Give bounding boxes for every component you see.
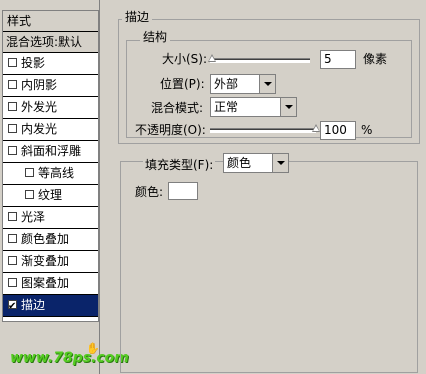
opacity-unit: % <box>361 123 373 137</box>
style-item-row[interactable]: 外发光 <box>3 97 98 119</box>
style-item-label: 斜面和浮雕 <box>21 144 82 158</box>
style-checkbox[interactable] <box>8 212 17 221</box>
size-label: 大小(S): <box>162 52 208 66</box>
style-checkbox[interactable] <box>8 234 17 243</box>
position-value: 外部 <box>214 77 239 91</box>
style-item-label: 外发光 <box>21 100 58 114</box>
structure-title: 结构 <box>140 30 171 44</box>
fill-type-value: 颜色 <box>227 156 252 170</box>
style-checkbox[interactable] <box>8 297 17 316</box>
style-item-label: 投影 <box>21 56 46 70</box>
color-swatch[interactable] <box>168 182 198 200</box>
size-unit: 像素 <box>363 52 388 66</box>
style-checkbox[interactable] <box>8 102 17 111</box>
style-item-row[interactable]: 描边 <box>3 295 98 317</box>
stroke-title: 描边 <box>122 10 153 24</box>
color-label: 颜色: <box>135 185 164 199</box>
style-checkbox[interactable] <box>8 146 17 155</box>
style-checkbox[interactable] <box>8 256 17 265</box>
blend-mode-label: 混合模式: <box>151 101 204 115</box>
size-slider-thumb[interactable] <box>208 54 216 62</box>
styles-panel: 样式 混合选项:默认 投影内阴影外发光内发光斜面和浮雕等高线纹理光泽颜色叠加渐变… <box>0 0 129 374</box>
opacity-slider-thumb[interactable] <box>312 124 320 132</box>
style-checkbox[interactable] <box>8 58 17 67</box>
watermark-text: www.78ps.com <box>10 350 129 366</box>
style-item-label: 等高线 <box>38 166 75 180</box>
fill-group <box>120 161 418 373</box>
chevron-down-icon[interactable] <box>259 75 275 93</box>
style-checkbox[interactable] <box>8 80 17 89</box>
style-item-label: 渐变叠加 <box>21 254 70 268</box>
size-input[interactable]: 5 <box>320 50 356 69</box>
watermark-logo: www.78ps.com ✋ <box>6 338 129 368</box>
chevron-down-icon[interactable] <box>280 98 296 116</box>
blend-mode-value: 正常 <box>214 100 239 114</box>
style-item-row[interactable]: 等高线 <box>3 163 98 185</box>
style-checkbox[interactable] <box>8 278 17 287</box>
size-slider-track[interactable] <box>210 58 310 63</box>
style-item-row[interactable]: 颜色叠加 <box>3 229 98 251</box>
mouse-icon: ✋ <box>86 342 100 355</box>
style-item-row[interactable]: 光泽 <box>3 207 98 229</box>
styles-header: 样式 <box>3 11 98 32</box>
style-item-label: 内阴影 <box>21 78 58 92</box>
blending-options-item[interactable]: 混合选项:默认 <box>3 32 98 53</box>
style-item-label: 纹理 <box>38 188 63 202</box>
style-checkbox[interactable] <box>25 190 34 199</box>
style-item-row[interactable]: 斜面和浮雕 <box>3 141 98 163</box>
style-item-label: 内发光 <box>21 122 58 136</box>
chevron-down-icon[interactable] <box>272 154 288 172</box>
position-select[interactable]: 外部 <box>210 74 276 94</box>
style-item-row[interactable]: 渐变叠加 <box>3 251 98 273</box>
blend-mode-select[interactable]: 正常 <box>210 97 297 117</box>
position-label: 位置(P): <box>160 77 205 91</box>
style-item-label: 颜色叠加 <box>21 232 70 246</box>
style-item-row[interactable]: 内阴影 <box>3 75 98 97</box>
fill-type-select[interactable]: 颜色 <box>223 153 289 173</box>
opacity-input[interactable]: 100 <box>320 121 356 140</box>
style-checkbox[interactable] <box>25 168 34 177</box>
style-item-label: 光泽 <box>21 210 46 224</box>
opacity-label: 不透明度(O): <box>135 123 206 137</box>
opacity-slider-track[interactable] <box>210 128 316 133</box>
style-item-row[interactable]: 投影 <box>3 53 98 75</box>
style-item-row[interactable]: 纹理 <box>3 185 98 207</box>
style-checkbox[interactable] <box>8 124 17 133</box>
styles-list: 样式 混合选项:默认 投影内阴影外发光内发光斜面和浮雕等高线纹理光泽颜色叠加渐变… <box>2 10 99 322</box>
style-item-row[interactable]: 图案叠加 <box>3 273 98 295</box>
style-item-label: 描边 <box>21 298 46 312</box>
style-item-label: 图案叠加 <box>21 276 70 290</box>
fill-type-label: 填充类型(F): <box>143 157 216 173</box>
style-item-row[interactable]: 内发光 <box>3 119 98 141</box>
